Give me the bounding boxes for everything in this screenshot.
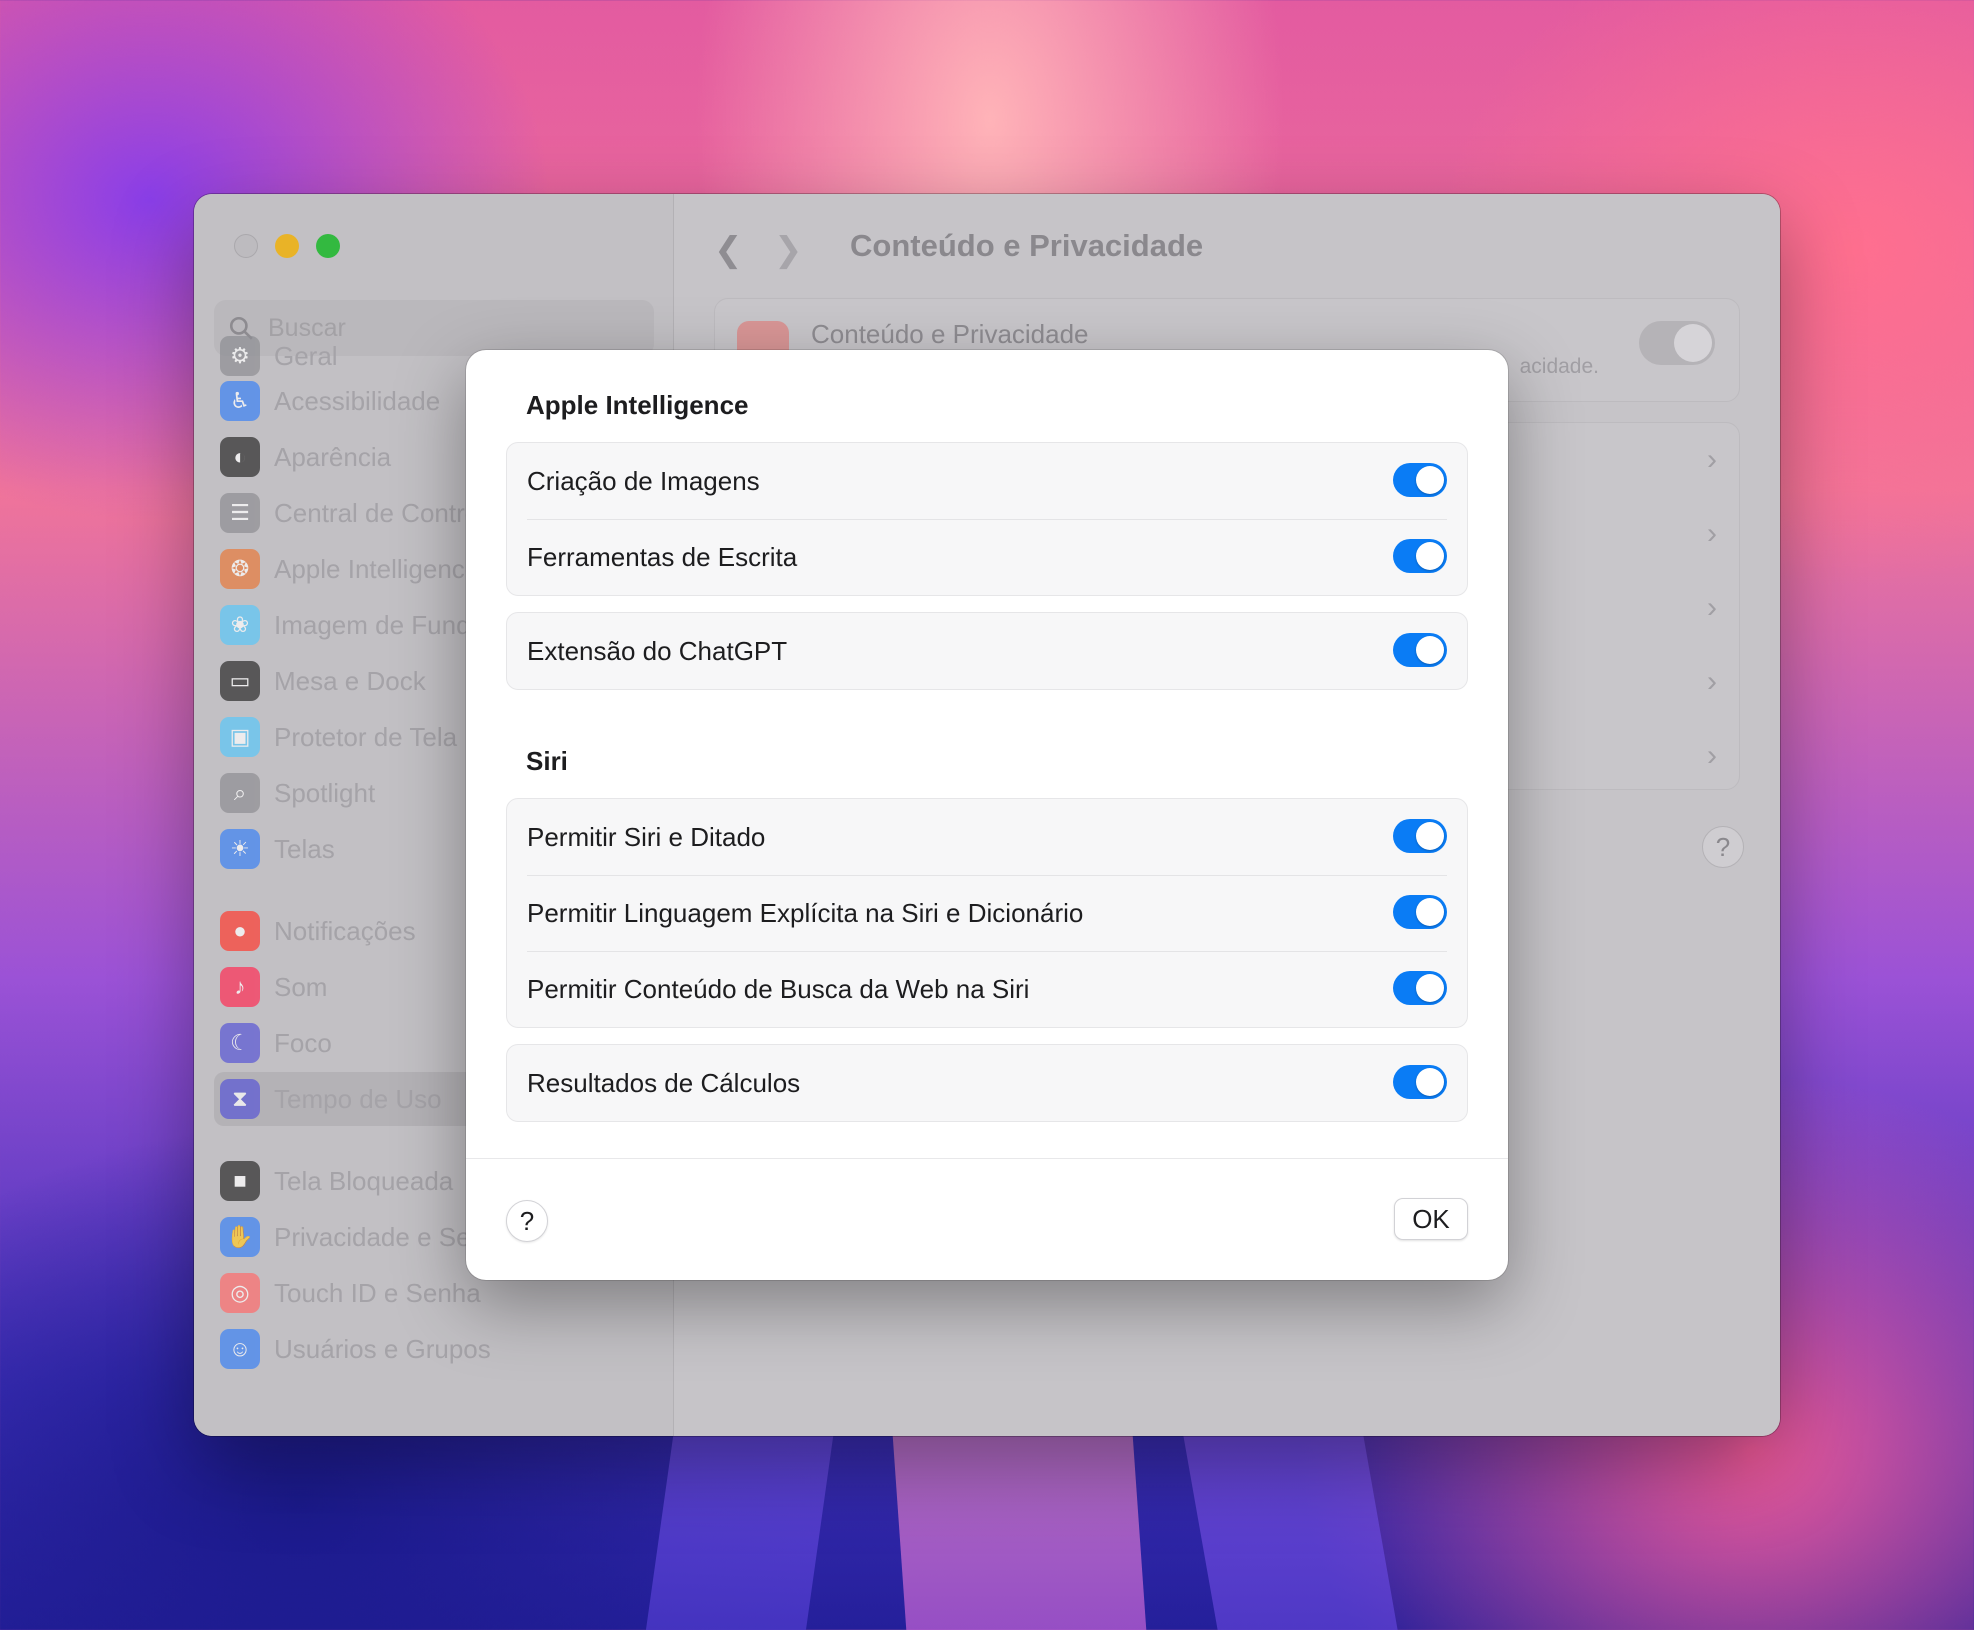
- setting-row: Permitir Conteúdo de Busca da Web na Sir…: [507, 951, 1467, 1027]
- control-center-icon: ☰: [220, 493, 260, 533]
- touch-id-icon: ◎: [220, 1273, 260, 1313]
- users-icon: ☺: [220, 1329, 260, 1369]
- chevron-right-icon[interactable]: ›: [1707, 517, 1717, 551]
- setting-label: Ferramentas de Escrita: [527, 541, 798, 572]
- displays-icon: ☀: [220, 829, 260, 869]
- sidebar-item-label: Notificações: [274, 915, 416, 946]
- group-chatgpt: Extensão do ChatGPT: [506, 612, 1468, 690]
- minimize-window-button[interactable]: [275, 234, 299, 258]
- sidebar-item-label: Acessibilidade: [274, 385, 441, 416]
- chevron-right-icon[interactable]: ›: [1707, 591, 1717, 625]
- help-button[interactable]: ?: [506, 1200, 548, 1242]
- setting-row: Criação de Imagens: [507, 443, 1467, 519]
- card-description: acidade.: [1519, 355, 1599, 378]
- setting-label: Permitir Conteúdo de Busca da Web na Sir…: [527, 973, 1030, 1004]
- writing-tools-toggle[interactable]: [1393, 539, 1447, 573]
- gear-icon: ⚙: [220, 336, 260, 376]
- apple-intelligence-icon: ❂: [220, 549, 260, 589]
- group-math-results: Resultados de Cálculos: [506, 1044, 1468, 1122]
- wallpaper-icon: ❀: [220, 605, 260, 645]
- sidebar-item-users[interactable]: ☺ Usuários e Grupos: [214, 1322, 654, 1376]
- web-search-content-toggle[interactable]: [1393, 971, 1447, 1005]
- sidebar-item-label: Mesa e Dock: [274, 665, 426, 696]
- sheet-divider: [466, 1158, 1508, 1159]
- section-title-siri: Siri: [526, 746, 568, 776]
- appearance-icon: ◐: [220, 437, 260, 477]
- group-siri: Permitir Siri e Ditado Permitir Linguage…: [506, 798, 1468, 1028]
- sidebar-item-label: Som: [274, 971, 328, 1002]
- ok-button[interactable]: OK: [1394, 1198, 1468, 1240]
- content-help-button[interactable]: ?: [1702, 826, 1744, 868]
- sidebar-item-label: Imagem de Fundo: [274, 609, 486, 640]
- privacy-hand-icon: ✋: [220, 1217, 260, 1257]
- card-title: Conteúdo e Privacidade: [811, 319, 1089, 349]
- setting-row: Permitir Siri e Ditado: [507, 799, 1467, 875]
- wallpaper-stripe: [891, 1420, 1149, 1630]
- sidebar-item-label: Spotlight: [274, 777, 376, 808]
- screensaver-icon: ▣: [220, 717, 260, 757]
- chevron-right-icon[interactable]: ›: [1707, 443, 1717, 477]
- sidebar-item-label: Protetor de Tela: [274, 721, 458, 752]
- group-apple-intelligence-features: Criação de Imagens Ferramentas de Escrit…: [506, 442, 1468, 596]
- content-privacy-toggle[interactable]: [1639, 321, 1715, 365]
- setting-row: Ferramentas de Escrita: [507, 519, 1467, 595]
- focus-icon: ☾: [220, 1023, 260, 1063]
- screen-time-icon: ⧗: [220, 1079, 260, 1119]
- sidebar-item-label: Tempo de Uso: [274, 1083, 442, 1114]
- chevron-right-icon[interactable]: ›: [1707, 665, 1717, 699]
- setting-label: Resultados de Cálculos: [527, 1067, 801, 1098]
- sidebar-item-label: Geral: [274, 340, 338, 371]
- chatgpt-extension-toggle[interactable]: [1393, 633, 1447, 667]
- explicit-language-toggle[interactable]: [1393, 895, 1447, 929]
- close-window-button[interactable]: [234, 234, 258, 258]
- setting-label: Criação de Imagens: [527, 465, 760, 496]
- math-results-toggle[interactable]: [1393, 1065, 1447, 1099]
- spotlight-icon: ⌕: [220, 773, 260, 813]
- setting-label: Permitir Linguagem Explícita na Siri e D…: [527, 897, 1084, 928]
- notifications-icon: ●: [220, 911, 260, 951]
- sidebar-item-label: Telas: [274, 833, 335, 864]
- sidebar-item-label: Usuários e Grupos: [274, 1333, 491, 1364]
- zoom-window-button[interactable]: [316, 234, 340, 258]
- setting-row: Permitir Linguagem Explícita na Siri e D…: [507, 875, 1467, 951]
- back-button[interactable]: ❮: [714, 230, 743, 270]
- allow-siri-dictation-toggle[interactable]: [1393, 819, 1447, 853]
- image-creation-toggle[interactable]: [1393, 463, 1447, 497]
- sidebar-item-label: Touch ID e Senha: [274, 1277, 481, 1308]
- dock-icon: ▭: [220, 661, 260, 701]
- sidebar-item-label: Foco: [274, 1027, 332, 1058]
- forward-button[interactable]: ❯: [774, 230, 803, 270]
- chevron-right-icon[interactable]: ›: [1707, 739, 1717, 773]
- apple-intelligence-siri-sheet: Apple Intelligence Criação de Imagens Fe…: [466, 350, 1508, 1280]
- sidebar-item-label: Aparência: [274, 441, 392, 472]
- sound-icon: ♪: [220, 967, 260, 1007]
- page-title: Conteúdo e Privacidade: [850, 228, 1204, 263]
- setting-row: Resultados de Cálculos: [507, 1045, 1467, 1121]
- wallpaper-stripe: [1178, 1410, 1402, 1630]
- lock-icon: ■: [220, 1161, 260, 1201]
- section-title-apple-intelligence: Apple Intelligence: [526, 390, 749, 420]
- setting-label: Extensão do ChatGPT: [527, 635, 788, 666]
- window-controls: [234, 234, 340, 258]
- setting-label: Permitir Siri e Ditado: [527, 821, 766, 852]
- setting-row: Extensão do ChatGPT: [507, 613, 1467, 689]
- accessibility-icon: ♿: [220, 381, 260, 421]
- sidebar-item-label: Tela Bloqueada: [274, 1165, 454, 1196]
